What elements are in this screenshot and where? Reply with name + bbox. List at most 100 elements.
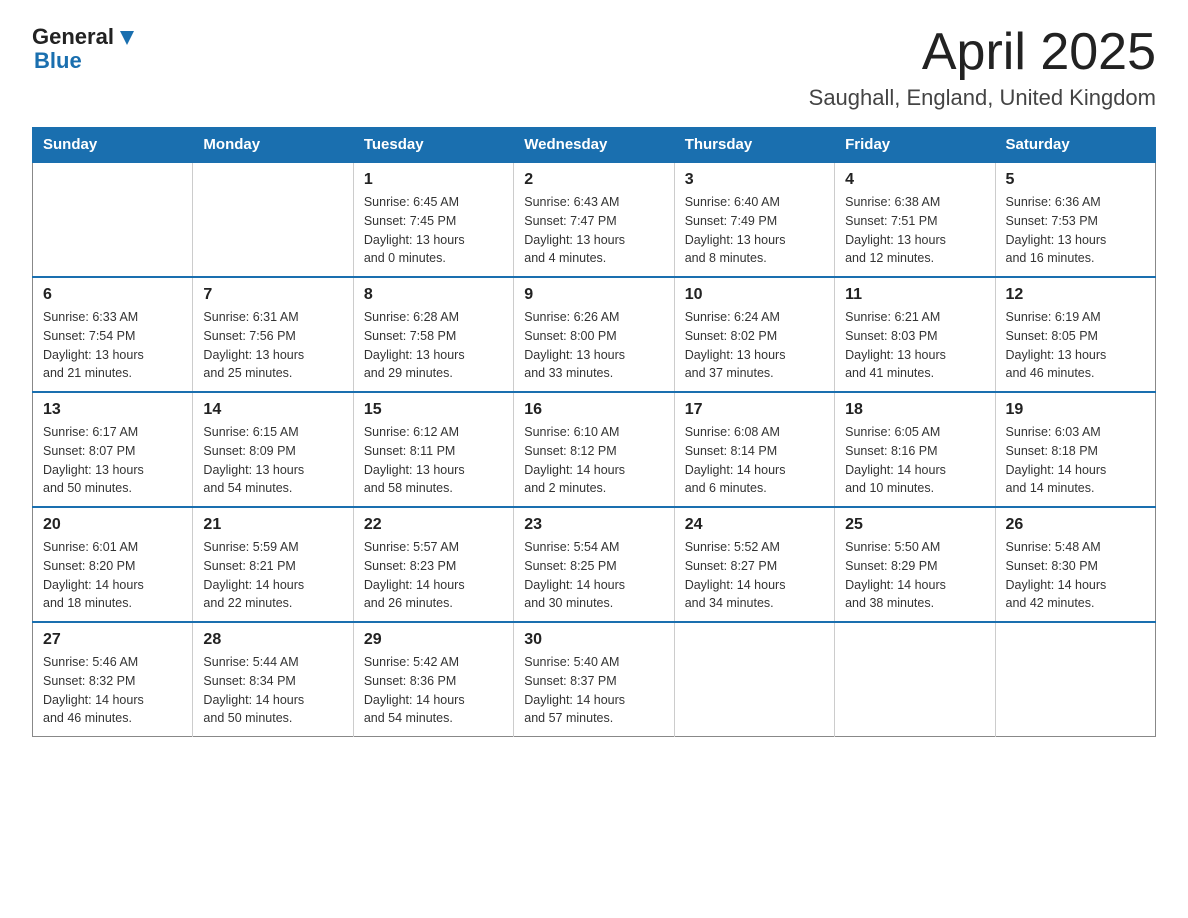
day-number: 27 xyxy=(43,631,182,649)
calendar-week-row: 20 Sunrise: 6:01 AM Sunset: 8:20 PM Dayli… xyxy=(33,507,1156,622)
day-info: Sunrise: 6:12 AM Sunset: 8:11 PM Dayligh… xyxy=(364,423,503,498)
calendar-day-cell: 26 Sunrise: 5:48 AM Sunset: 8:30 PM Dayli… xyxy=(995,507,1155,622)
calendar-day-cell: 4 Sunrise: 6:38 AM Sunset: 7:51 PM Daylig… xyxy=(835,162,995,277)
day-info: Sunrise: 6:08 AM Sunset: 8:14 PM Dayligh… xyxy=(685,423,824,498)
calendar-body: 1 Sunrise: 6:45 AM Sunset: 7:45 PM Daylig… xyxy=(33,162,1156,737)
day-info: Sunrise: 6:36 AM Sunset: 7:53 PM Dayligh… xyxy=(1006,193,1145,268)
day-number: 28 xyxy=(203,631,342,649)
calendar-header-row: SundayMondayTuesdayWednesdayThursdayFrid… xyxy=(33,128,1156,163)
day-number: 9 xyxy=(524,286,663,304)
calendar-day-cell xyxy=(674,622,834,737)
calendar-week-row: 27 Sunrise: 5:46 AM Sunset: 8:32 PM Dayli… xyxy=(33,622,1156,737)
calendar-day-cell: 25 Sunrise: 5:50 AM Sunset: 8:29 PM Dayli… xyxy=(835,507,995,622)
day-info: Sunrise: 5:50 AM Sunset: 8:29 PM Dayligh… xyxy=(845,538,984,613)
calendar-day-header: Thursday xyxy=(674,128,834,163)
day-info: Sunrise: 5:46 AM Sunset: 8:32 PM Dayligh… xyxy=(43,653,182,728)
calendar-day-header: Sunday xyxy=(33,128,193,163)
day-number: 24 xyxy=(685,516,824,534)
calendar-day-header: Saturday xyxy=(995,128,1155,163)
day-info: Sunrise: 6:21 AM Sunset: 8:03 PM Dayligh… xyxy=(845,308,984,383)
day-info: Sunrise: 6:31 AM Sunset: 7:56 PM Dayligh… xyxy=(203,308,342,383)
calendar-day-cell: 16 Sunrise: 6:10 AM Sunset: 8:12 PM Dayli… xyxy=(514,392,674,507)
day-number: 7 xyxy=(203,286,342,304)
day-number: 18 xyxy=(845,401,984,419)
title-block: April 2025 Saughall, England, United Kin… xyxy=(809,24,1156,111)
calendar-day-cell: 27 Sunrise: 5:46 AM Sunset: 8:32 PM Dayli… xyxy=(33,622,193,737)
calendar-day-header: Tuesday xyxy=(353,128,513,163)
calendar-day-cell: 5 Sunrise: 6:36 AM Sunset: 7:53 PM Daylig… xyxy=(995,162,1155,277)
logo: General Blue xyxy=(32,24,138,74)
day-number: 8 xyxy=(364,286,503,304)
logo-general-text: General xyxy=(32,24,114,50)
day-number: 10 xyxy=(685,286,824,304)
calendar-day-cell: 3Sunrise: 6:40 AM Sunset: 7:49 PM Daylig… xyxy=(674,162,834,277)
calendar-day-cell: 6 Sunrise: 6:33 AM Sunset: 7:54 PM Daylig… xyxy=(33,277,193,392)
calendar-day-cell: 13Sunrise: 6:17 AM Sunset: 8:07 PM Dayli… xyxy=(33,392,193,507)
day-info: Sunrise: 6:01 AM Sunset: 8:20 PM Dayligh… xyxy=(43,538,182,613)
calendar-day-cell: 29Sunrise: 5:42 AM Sunset: 8:36 PM Dayli… xyxy=(353,622,513,737)
day-number: 16 xyxy=(524,401,663,419)
day-info: Sunrise: 5:52 AM Sunset: 8:27 PM Dayligh… xyxy=(685,538,824,613)
calendar-day-cell: 7 Sunrise: 6:31 AM Sunset: 7:56 PM Daylig… xyxy=(193,277,353,392)
calendar-week-row: 6 Sunrise: 6:33 AM Sunset: 7:54 PM Daylig… xyxy=(33,277,1156,392)
day-info: Sunrise: 6:24 AM Sunset: 8:02 PM Dayligh… xyxy=(685,308,824,383)
day-number: 11 xyxy=(845,286,984,304)
calendar-day-cell: 28 Sunrise: 5:44 AM Sunset: 8:34 PM Dayli… xyxy=(193,622,353,737)
day-number: 3 xyxy=(685,171,824,189)
day-info: Sunrise: 5:48 AM Sunset: 8:30 PM Dayligh… xyxy=(1006,538,1145,613)
calendar-day-cell: 12Sunrise: 6:19 AM Sunset: 8:05 PM Dayli… xyxy=(995,277,1155,392)
day-number: 20 xyxy=(43,516,182,534)
day-number: 14 xyxy=(203,401,342,419)
day-info: Sunrise: 5:59 AM Sunset: 8:21 PM Dayligh… xyxy=(203,538,342,613)
calendar-day-header: Monday xyxy=(193,128,353,163)
calendar-day-cell: 24 Sunrise: 5:52 AM Sunset: 8:27 PM Dayli… xyxy=(674,507,834,622)
calendar-day-cell: 2 Sunrise: 6:43 AM Sunset: 7:47 PM Daylig… xyxy=(514,162,674,277)
day-number: 25 xyxy=(845,516,984,534)
day-info: Sunrise: 6:45 AM Sunset: 7:45 PM Dayligh… xyxy=(364,193,503,268)
day-number: 4 xyxy=(845,171,984,189)
day-info: Sunrise: 5:54 AM Sunset: 8:25 PM Dayligh… xyxy=(524,538,663,613)
calendar-day-cell: 14 Sunrise: 6:15 AM Sunset: 8:09 PM Dayli… xyxy=(193,392,353,507)
calendar-day-cell: 23Sunrise: 5:54 AM Sunset: 8:25 PM Dayli… xyxy=(514,507,674,622)
calendar-day-cell: 18 Sunrise: 6:05 AM Sunset: 8:16 PM Dayli… xyxy=(835,392,995,507)
calendar-day-header: Wednesday xyxy=(514,128,674,163)
day-info: Sunrise: 6:05 AM Sunset: 8:16 PM Dayligh… xyxy=(845,423,984,498)
calendar-day-cell: 15 Sunrise: 6:12 AM Sunset: 8:11 PM Dayli… xyxy=(353,392,513,507)
calendar-week-row: 1 Sunrise: 6:45 AM Sunset: 7:45 PM Daylig… xyxy=(33,162,1156,277)
calendar-table: SundayMondayTuesdayWednesdayThursdayFrid… xyxy=(32,127,1156,737)
page-title: April 2025 xyxy=(809,24,1156,81)
day-info: Sunrise: 6:38 AM Sunset: 7:51 PM Dayligh… xyxy=(845,193,984,268)
logo-blue-text: Blue xyxy=(34,48,82,74)
calendar-day-cell: 22 Sunrise: 5:57 AM Sunset: 8:23 PM Dayli… xyxy=(353,507,513,622)
day-number: 1 xyxy=(364,171,503,189)
day-number: 13 xyxy=(43,401,182,419)
calendar-day-cell xyxy=(193,162,353,277)
day-info: Sunrise: 5:44 AM Sunset: 8:34 PM Dayligh… xyxy=(203,653,342,728)
day-number: 2 xyxy=(524,171,663,189)
day-number: 17 xyxy=(685,401,824,419)
calendar-day-cell: 20 Sunrise: 6:01 AM Sunset: 8:20 PM Dayli… xyxy=(33,507,193,622)
day-info: Sunrise: 6:26 AM Sunset: 8:00 PM Dayligh… xyxy=(524,308,663,383)
day-number: 26 xyxy=(1006,516,1145,534)
day-info: Sunrise: 6:43 AM Sunset: 7:47 PM Dayligh… xyxy=(524,193,663,268)
calendar-day-cell: 30Sunrise: 5:40 AM Sunset: 8:37 PM Dayli… xyxy=(514,622,674,737)
calendar-week-row: 13Sunrise: 6:17 AM Sunset: 8:07 PM Dayli… xyxy=(33,392,1156,507)
calendar-day-header: Friday xyxy=(835,128,995,163)
calendar-day-cell: 21Sunrise: 5:59 AM Sunset: 8:21 PM Dayli… xyxy=(193,507,353,622)
calendar-day-cell: 17 Sunrise: 6:08 AM Sunset: 8:14 PM Dayli… xyxy=(674,392,834,507)
day-number: 22 xyxy=(364,516,503,534)
calendar-day-cell: 11 Sunrise: 6:21 AM Sunset: 8:03 PM Dayli… xyxy=(835,277,995,392)
page-header: General Blue April 2025 Saughall, Englan… xyxy=(32,24,1156,111)
day-info: Sunrise: 6:10 AM Sunset: 8:12 PM Dayligh… xyxy=(524,423,663,498)
day-number: 5 xyxy=(1006,171,1145,189)
day-info: Sunrise: 5:42 AM Sunset: 8:36 PM Dayligh… xyxy=(364,653,503,728)
day-number: 15 xyxy=(364,401,503,419)
day-info: Sunrise: 6:28 AM Sunset: 7:58 PM Dayligh… xyxy=(364,308,503,383)
day-number: 12 xyxy=(1006,286,1145,304)
day-number: 6 xyxy=(43,286,182,304)
day-info: Sunrise: 6:33 AM Sunset: 7:54 PM Dayligh… xyxy=(43,308,182,383)
day-info: Sunrise: 6:15 AM Sunset: 8:09 PM Dayligh… xyxy=(203,423,342,498)
page-subtitle: Saughall, England, United Kingdom xyxy=(809,85,1156,111)
day-info: Sunrise: 5:40 AM Sunset: 8:37 PM Dayligh… xyxy=(524,653,663,728)
day-info: Sunrise: 5:57 AM Sunset: 8:23 PM Dayligh… xyxy=(364,538,503,613)
